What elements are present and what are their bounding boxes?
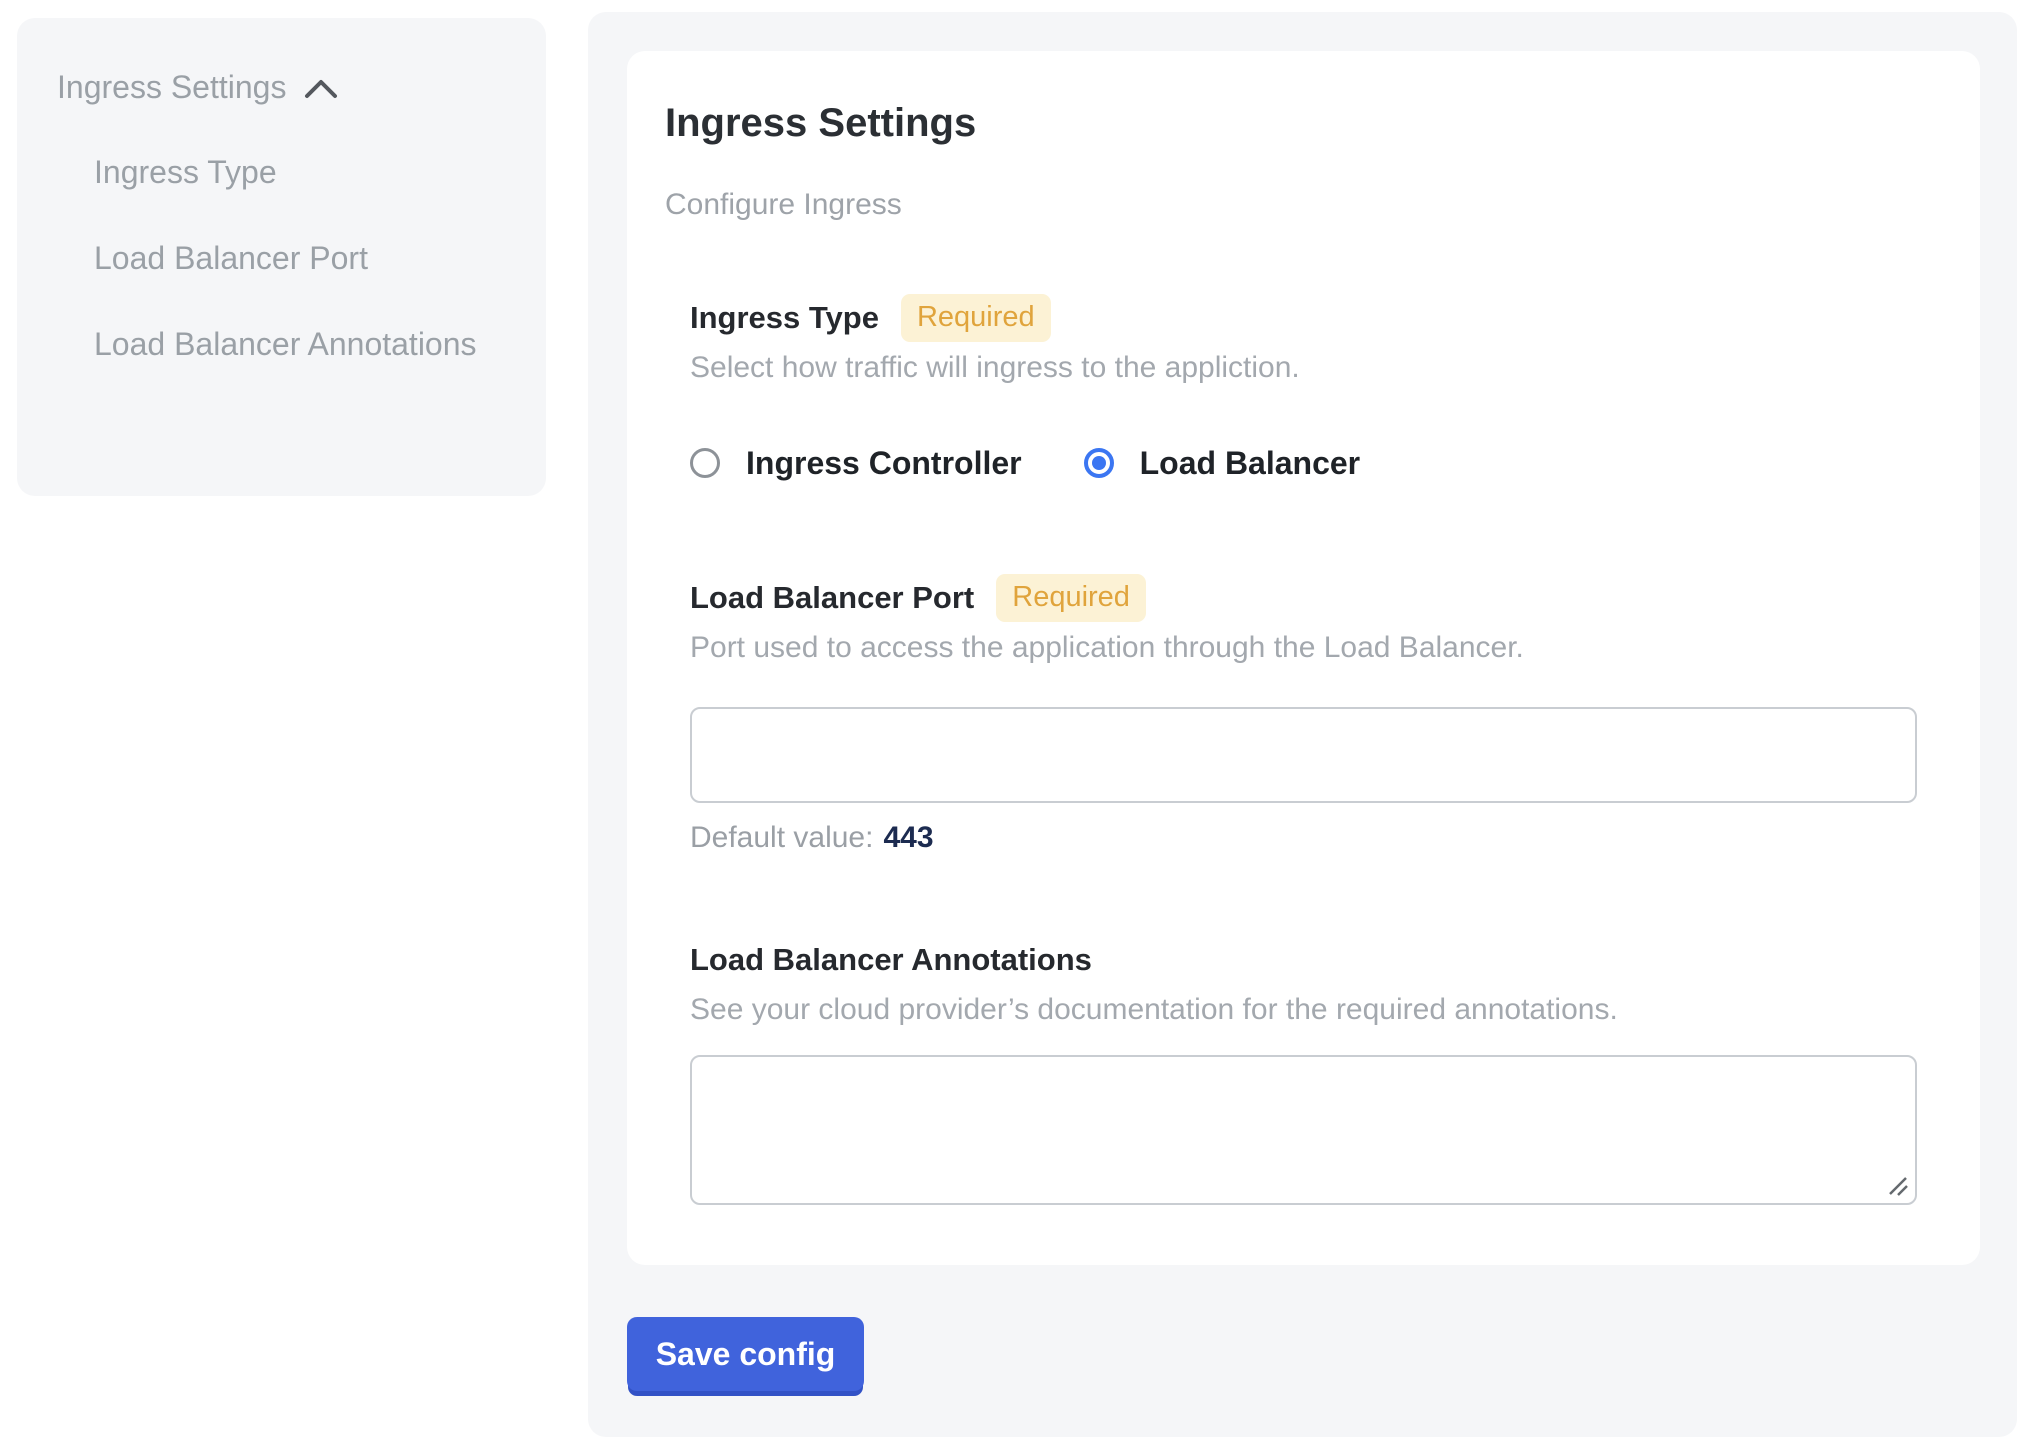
default-value-note: Default value: 443: [690, 819, 1917, 857]
radio-dot: [1092, 456, 1106, 470]
radio-option-load-balancer[interactable]: Load Balancer: [1084, 443, 1361, 483]
field-lb-annotations-label-row: Load Balancer Annotations: [690, 937, 1917, 983]
required-badge: Required: [901, 294, 1051, 342]
field-lb-annotations-label: Load Balancer Annotations: [690, 942, 1092, 978]
sidebar-section-ingress-settings[interactable]: Ingress Settings: [57, 68, 506, 106]
radio-selected-icon[interactable]: [1084, 448, 1114, 478]
resize-handle-icon[interactable]: [1886, 1174, 1910, 1198]
field-lb-port-description: Port used to access the application thro…: [690, 629, 1917, 667]
radio-label-load-balancer: Load Balancer: [1140, 443, 1361, 483]
sidebar-item-load-balancer-annotations[interactable]: Load Balancer Annotations: [94, 315, 499, 373]
field-ingress-type: Ingress Type Required Select how traffic…: [690, 295, 1917, 483]
chevron-up-icon: [304, 78, 338, 100]
radio-label-ingress-controller: Ingress Controller: [746, 443, 1022, 483]
field-load-balancer-port: Load Balancer Port Required Port used to…: [690, 575, 1917, 857]
sidebar-nav: Ingress Type Load Balancer Port Load Bal…: [57, 143, 506, 373]
ingress-settings-card: Ingress Settings Configure Ingress Ingre…: [627, 51, 1980, 1265]
ingress-type-radio-group: Ingress Controller Load Balancer: [690, 443, 1917, 483]
field-load-balancer-annotations: Load Balancer Annotations See your cloud…: [690, 937, 1917, 1205]
field-lb-port-label: Load Balancer Port: [690, 580, 974, 616]
field-ingress-type-label: Ingress Type: [690, 300, 879, 336]
sidebar-section-label: Ingress Settings: [57, 68, 286, 106]
field-ingress-type-label-row: Ingress Type Required: [690, 295, 1917, 341]
load-balancer-annotations-textarea[interactable]: [690, 1055, 1917, 1205]
save-config-button[interactable]: Save config: [627, 1317, 864, 1391]
field-lb-port-label-row: Load Balancer Port Required: [690, 575, 1917, 621]
radio-unselected-icon[interactable]: [690, 448, 720, 478]
required-badge: Required: [996, 574, 1146, 622]
page-title: Ingress Settings: [665, 99, 1917, 147]
settings-sidebar: Ingress Settings Ingress Type Load Balan…: [17, 18, 546, 496]
sidebar-item-load-balancer-port[interactable]: Load Balancer Port: [94, 229, 499, 287]
field-ingress-type-description: Select how traffic will ingress to the a…: [690, 349, 1917, 387]
main-panel: Ingress Settings Configure Ingress Ingre…: [588, 12, 2017, 1437]
field-lb-annotations-description: See your cloud provider’s documentation …: [690, 991, 1917, 1029]
radio-option-ingress-controller[interactable]: Ingress Controller: [690, 443, 1022, 483]
page-subtitle: Configure Ingress: [665, 187, 1917, 223]
default-value-label: Default value:: [690, 821, 873, 854]
annotations-textarea-wrap: [690, 1055, 1917, 1205]
default-value: 443: [883, 821, 933, 854]
load-balancer-port-input[interactable]: [690, 707, 1917, 803]
sidebar-item-ingress-type[interactable]: Ingress Type: [94, 143, 499, 201]
